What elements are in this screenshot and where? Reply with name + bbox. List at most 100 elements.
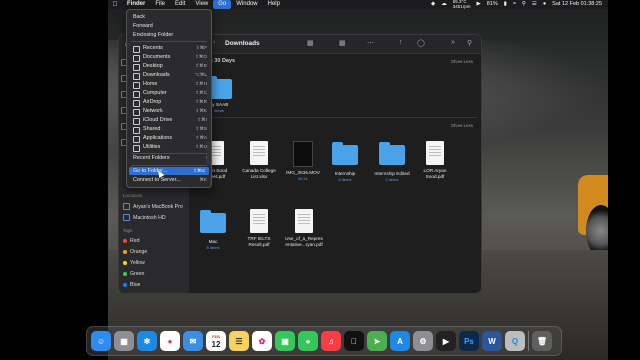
system-preferences-app-icon[interactable]: ⚙ [413,331,433,351]
control-center-icon[interactable]: ☰ [532,0,537,9]
notes-app-icon[interactable]: ☰ [229,331,249,351]
dropbox-icon[interactable]: ◆ [431,0,435,9]
play-icon[interactable]: ▶ [477,0,481,9]
mail-app-icon[interactable]: ✉ [183,331,203,351]
temperature-widget[interactable]: 65.3°C 3451rpm [453,0,471,9]
go-menu-connect-to-server[interactable]: Connect to Server... ⌘K [127,176,211,184]
red-tag-icon [123,239,127,243]
file-item[interactable]: LOR Aryan Sood.pdf [415,141,455,179]
group-icon[interactable]: ▦ [339,39,346,47]
forward-chevron-icon[interactable]: › [213,39,215,46]
file-item[interactable]: TRF IELTS Result.pdf [239,209,279,247]
disk-icon [123,214,130,221]
sidebar-item-label: Blue [130,282,141,288]
go-menu-applications[interactable]: Applications ⇧⌘A [127,134,211,143]
battery-icon[interactable]: ▮ [504,0,507,9]
launchpad-app-icon[interactable]: ▦ [114,331,134,351]
final-cut-app-icon[interactable]: ▶ [436,331,456,351]
word-app-icon[interactable]: W [482,331,502,351]
go-menu-desktop[interactable]: Desktop ⇧⌘D [127,62,211,71]
go-menu-downloads[interactable]: Downloads ⌥⌘L [127,71,211,80]
file-item[interactable]: Use_of_a_Repres entative...ryan.pdf [281,209,327,247]
cloud-status-icon[interactable]: ☁ [441,0,447,9]
menu-view[interactable]: View [190,0,213,9]
safari-app-icon[interactable]: ✼ [137,331,157,351]
go-menu-home[interactable]: Home ⇧⌘H [127,80,211,89]
go-menu-shared[interactable]: Shared ⇧⌘S [127,125,211,134]
messages-app-icon[interactable]: ● [298,331,318,351]
file-name: Internship Edited [374,171,410,176]
file-item[interactable]: IMG_3536.MOV 00:11 [283,141,323,181]
tag-icon[interactable]: ◯ [417,39,425,47]
sidebar-item-macintosh-hd[interactable]: Macintosh HD [123,214,166,221]
search-icon[interactable]: ⚲ [522,0,526,9]
menu-item-label: Network [143,108,163,114]
menu-item-label: Shared [143,126,161,132]
menu-window[interactable]: Window [231,0,262,9]
file-item[interactable]: Canada College List.xlsx [239,141,279,179]
show-less-button[interactable]: Show Less [451,59,473,64]
sidebar-tag-blue[interactable]: Blue [123,282,140,288]
file-item[interactable]: Mac 8 items [193,210,233,250]
music-app-icon[interactable]: ♫ [321,331,341,351]
sidebar-item-label: Yellow [130,260,145,266]
sidebar-tag-green[interactable]: Green [123,271,144,277]
siri-icon[interactable]: ● [543,0,546,9]
chrome-app-icon[interactable]: ● [160,331,180,351]
menu-item-label: AirDrop [143,99,162,105]
sidebar-item-macbook[interactable]: Aryan's MacBook Pro [123,203,183,210]
go-menu: Back Forward Enclosing Folder Recents ⇧⌘… [126,9,212,188]
applications-icon [133,135,140,143]
share-icon[interactable]: ↑ [399,39,403,46]
icon-view-icon[interactable]: ▦ [307,39,314,47]
sidebar-item-label: Aryan's MacBook Pro [133,203,183,210]
calendar-app-icon[interactable]: FEB 12 [206,331,226,351]
maps-app-icon[interactable]: ➤ [367,331,387,351]
menu-go[interactable]: Go [213,0,232,9]
facetime-app-icon[interactable]: ▣ [275,331,295,351]
go-menu-back[interactable]: Back [127,13,211,21]
go-menu-computer[interactable]: Computer ⇧⌘C [127,89,211,98]
finder-app-icon[interactable]: ☺ [91,331,111,351]
file-subtitle: 00:11 [298,175,308,181]
go-menu-go-to-folder[interactable]: Go to Folder... ⇧⌘G [129,167,209,175]
photoshop-app-icon[interactable]: Ps [459,331,479,351]
battery-percent[interactable]: 81% [487,0,498,9]
menu-file[interactable]: File [150,0,170,9]
trash-icon[interactable]: 🗑 [532,331,552,351]
tv-app-icon[interactable]:  [344,331,364,351]
show-less-button[interactable]: Show Less [451,123,473,128]
home-icon [133,81,140,89]
menu-item-label: Recent Folders [133,155,170,161]
apple-menu-icon[interactable]:  [108,0,122,9]
go-menu-airdrop[interactable]: AirDrop ⇧⌘R [127,98,211,107]
file-item[interactable]: Internship 6 items [325,142,365,182]
file-item[interactable]: Internship Edited 2 items [369,142,415,182]
go-menu-network[interactable]: Network ⇧⌘K [127,107,211,116]
menubar-clock[interactable]: Sat 12 Feb 01:38:25 [552,0,602,9]
chevron-double-icon[interactable]: » [451,39,455,46]
wifi-icon[interactable]: ≈ [513,0,516,9]
quicktime-app-icon[interactable]: Q [505,331,525,351]
sidebar-tag-orange[interactable]: Orange [123,249,147,255]
go-menu-documents[interactable]: Documents ⇧⌘O [127,53,211,62]
go-menu-recent-folders[interactable]: Recent Folders › [127,154,211,162]
sidebar-tag-red[interactable]: Red [123,238,140,244]
go-menu-recents[interactable]: Recents ⇧⌘F [127,44,211,53]
menu-item-label: Desktop [143,63,163,69]
sidebar-tag-yellow[interactable]: Yellow [123,260,145,266]
photos-app-icon[interactable]: ✿ [252,331,272,351]
go-menu-utilities[interactable]: Utilities ⇧⌘U [127,143,211,152]
utilities-icon [133,144,140,152]
app-store-app-icon[interactable]: A [390,331,410,351]
search-icon[interactable]: ⚲ [467,39,472,47]
action-menu-icon[interactable]: ⋯ [367,39,374,47]
go-menu-forward[interactable]: Forward [127,22,211,30]
menu-item-label: Applications [143,135,173,141]
menu-help[interactable]: Help [263,0,285,9]
menu-edit[interactable]: Edit [170,0,190,9]
go-menu-icloud-drive[interactable]: iCloud Drive ⇧⌘I [127,116,211,125]
menu-finder[interactable]: Finder [122,0,150,9]
go-menu-enclosing-folder[interactable]: Enclosing Folder [127,31,211,39]
calendar-day: 12 [211,339,221,349]
